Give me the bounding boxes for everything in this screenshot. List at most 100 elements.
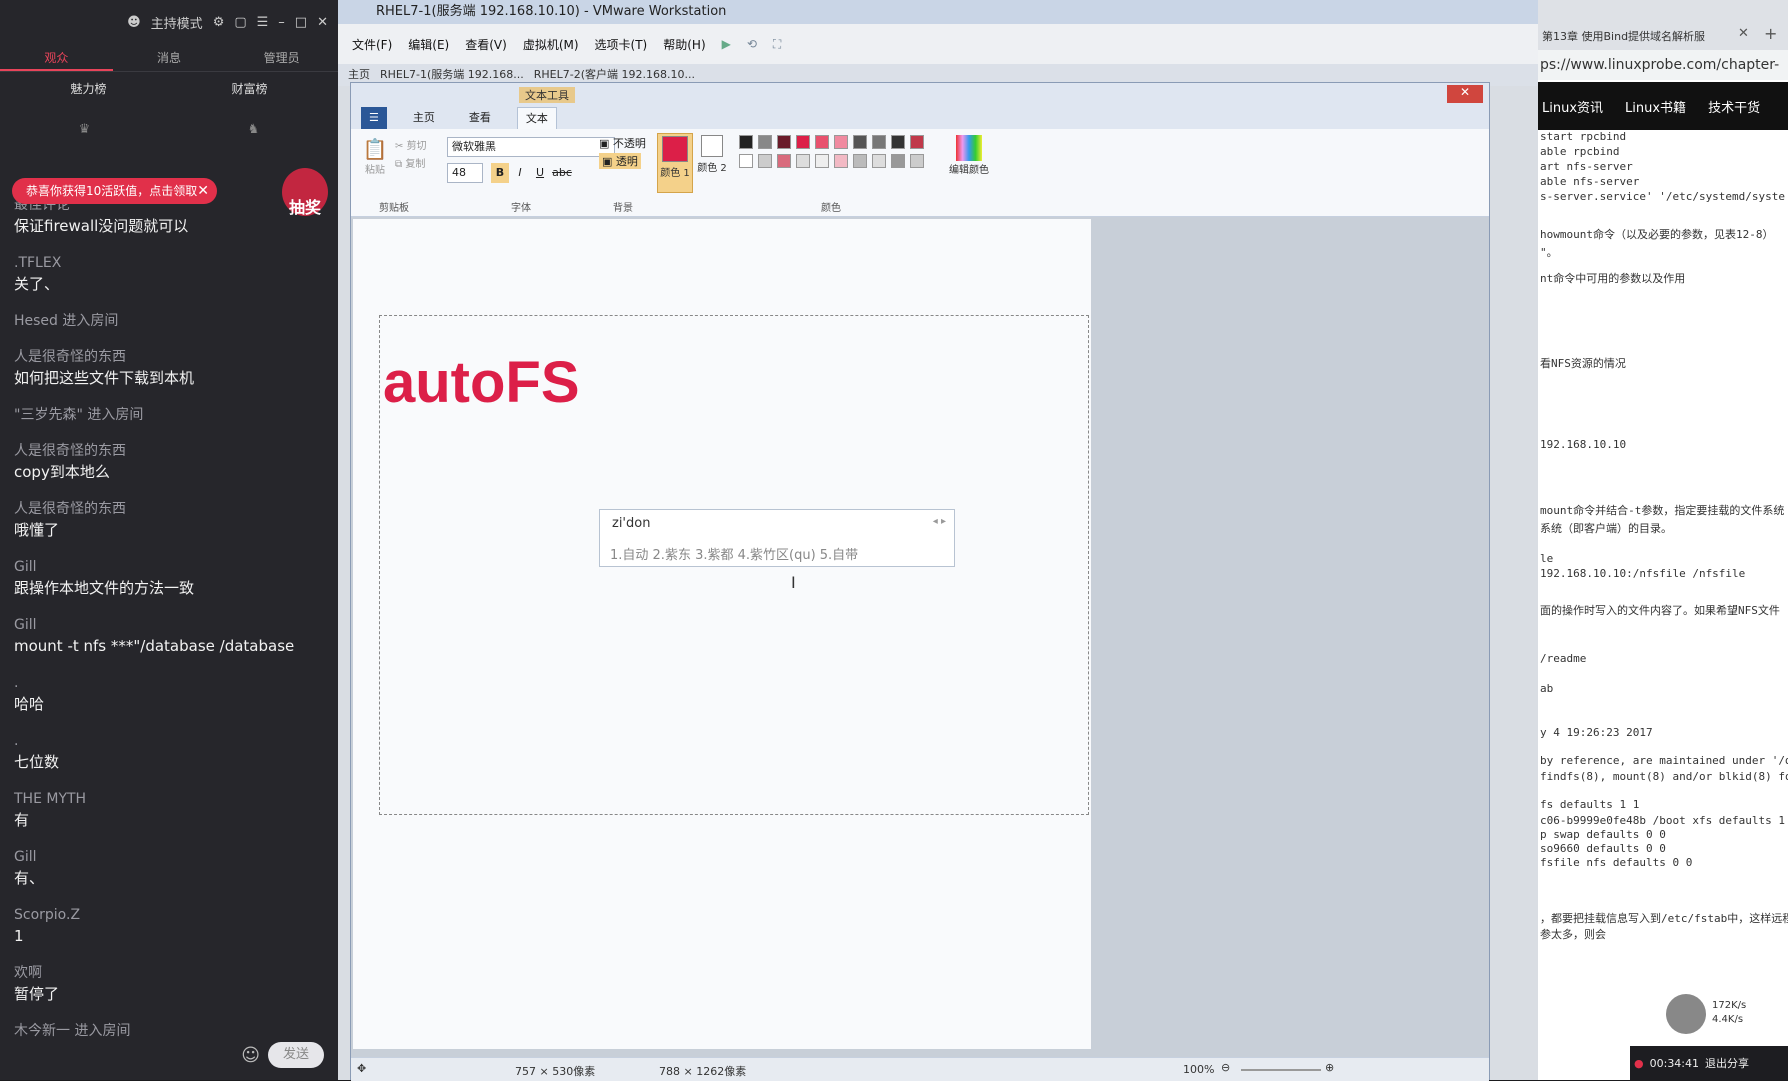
bold-button[interactable]: B [491,163,509,183]
cut-button[interactable]: ✂ 剪切 [395,137,427,152]
copy-button[interactable]: ⧉ 复制 [395,155,425,170]
chat-message: 人是很奇怪的东西 如何把这些文件下载到本机 [14,347,324,389]
chat-username[interactable]: . [14,673,324,693]
strikethrough-button[interactable]: abc [551,163,573,183]
exit-share-button[interactable]: 退出分享 [1705,1055,1749,1071]
paste-button[interactable]: 📋 粘贴 [361,137,389,185]
lottery-button[interactable]: 抽奖 [282,168,328,217]
palette-swatch[interactable] [853,154,867,168]
reward-notice[interactable]: 恭喜你获得10活跃值，点击领取 ✕ [12,178,217,204]
menu-edit[interactable]: 编辑(E) [408,36,449,53]
chat-username[interactable]: 人是很奇怪的东西 [14,441,324,461]
zoom-out-button[interactable]: ⊖ [1221,1061,1230,1074]
chat-username[interactable]: .TFLEX [14,253,324,273]
color2-button[interactable]: 颜色 2 [697,133,727,193]
tab-messages[interactable]: 消息 [113,44,226,71]
menu-help[interactable]: 帮助(H) [663,36,705,53]
paint-canvas[interactable]: autoFS zi'don ◂ ▸ 1.自动 2.紫东 3.紫都 4.紫竹区(q… [353,219,1091,1049]
font-group-label: 字体 [511,203,531,214]
ime-candidate-window[interactable]: zi'don ◂ ▸ 1.自动 2.紫东 3.紫都 4.紫竹区(qu) 5.自带 [599,509,955,567]
article-line: 面的操作时写入的文件内容了。如果希望NFS文件 [1540,604,1780,617]
font-size-select[interactable]: 48 [447,163,483,183]
nav-tech[interactable]: 技术干货 [1708,97,1760,116]
chat-username[interactable]: Hesed 进入房间 [14,311,324,331]
palette-swatch[interactable] [891,135,905,149]
ime-page-arrows-icon[interactable]: ◂ ▸ [933,516,946,527]
menu-file[interactable]: 文件(F) [352,36,392,53]
palette-swatch[interactable] [777,135,791,149]
menu-vm[interactable]: 虚拟机(M) [523,36,579,53]
chat-username[interactable]: 人是很奇怪的东西 [14,347,324,367]
zoom-in-button[interactable]: ⊕ [1325,1061,1334,1074]
chat-username[interactable]: 欢啊 [14,963,324,983]
palette-swatch[interactable] [891,154,905,168]
opaque-button[interactable]: ▣ 不透明 [599,135,646,151]
zoom-slider[interactable] [1241,1069,1321,1071]
close-icon[interactable]: ✕ [1447,85,1483,103]
palette-swatch[interactable] [815,154,829,168]
ime-candidates[interactable]: 1.自动 2.紫东 3.紫都 4.紫竹区(qu) 5.自带 [610,544,858,563]
palette-swatch[interactable] [834,135,848,149]
italic-button[interactable]: I [511,163,529,183]
palette-swatch[interactable] [853,135,867,149]
transparent-button[interactable]: ▣ 透明 [599,153,641,169]
chat-username[interactable]: "三岁先森" 进入房间 [14,405,324,425]
palette-swatch[interactable] [796,154,810,168]
tab-view[interactable]: 查看 [461,107,499,129]
menu-view[interactable]: 查看(V) [465,36,507,53]
menu-icon[interactable]: ☰ [257,15,269,30]
nav-linux-books[interactable]: Linux书籍 [1625,97,1686,116]
new-tab-icon[interactable]: + [1764,24,1777,43]
browser-url[interactable]: ps://www.linuxprobe.com/chapter-12.h [1538,50,1788,103]
snapshot-icon[interactable]: ⟲ [747,37,757,51]
palette-swatch[interactable] [834,154,848,168]
send-button[interactable]: 发送 [268,1042,324,1068]
close-icon[interactable]: ✕ [1738,26,1749,41]
emoji-icon[interactable]: ☺ [241,1045,260,1066]
palette-swatch[interactable] [910,135,924,149]
menu-tabs[interactable]: 选项卡(T) [595,36,648,53]
palette-swatch[interactable] [739,154,753,168]
canvas-text[interactable]: autoFS [383,349,580,416]
power-on-icon[interactable]: ▶ [722,37,731,51]
browser-tab[interactable]: 第13章 使用Bind提供域名解析服 [1542,28,1732,44]
palette-swatch[interactable] [777,154,791,168]
minimize-icon[interactable]: – [278,15,285,30]
chat-username[interactable]: . [14,731,324,751]
chat-username[interactable]: THE MYTH [14,789,324,809]
wealth-ranking[interactable]: 财富榜 [231,80,267,97]
palette-swatch[interactable] [796,135,810,149]
underline-button[interactable]: U [531,163,549,183]
tab-text[interactable]: 文本 [516,107,557,129]
chat-username[interactable]: Gill [14,847,324,867]
maximize-icon[interactable]: □ [295,15,307,30]
palette-swatch[interactable] [739,135,753,149]
font-family-select[interactable]: 微软雅黑 [447,137,615,157]
window-icon[interactable]: ▢ [234,15,246,30]
palette-swatch[interactable] [872,154,886,168]
color1-button[interactable]: 颜色 1 [657,133,693,193]
palette-swatch[interactable] [758,135,772,149]
edit-colors-button[interactable]: 编辑颜色 [947,135,991,176]
close-icon[interactable]: ✕ [317,15,328,30]
paint-titlebar: 文本工具 ✕ [351,83,1489,107]
paint-menu-button[interactable]: ☰ [361,107,387,129]
tab-home[interactable]: 主页 [405,107,443,129]
chat-username[interactable]: Scorpio.Z [14,905,324,925]
chat-username[interactable]: 人是很奇怪的东西 [14,499,324,519]
palette-swatch[interactable] [872,135,886,149]
tab-admin[interactable]: 管理员 [225,44,338,71]
article-line: c06-b9999e0fe48b /boot xfs defaults 1 2 [1540,814,1788,827]
settings-icon[interactable]: ⚙ [213,15,225,30]
palette-swatch[interactable] [815,135,829,149]
close-icon[interactable]: ✕ [197,178,209,204]
charm-ranking[interactable]: 魅力榜 [70,80,106,97]
chat-username[interactable]: Gill [14,615,324,635]
palette-swatch[interactable] [910,154,924,168]
chat-message: Gill 跟操作本地文件的方法一致 [14,557,324,599]
nav-linux-news[interactable]: Linux资讯 [1542,97,1603,116]
palette-swatch[interactable] [758,154,772,168]
tab-audience[interactable]: 观众 [0,44,113,71]
chat-username[interactable]: Gill [14,557,324,577]
fullscreen-icon[interactable]: ⛶ [773,37,781,52]
